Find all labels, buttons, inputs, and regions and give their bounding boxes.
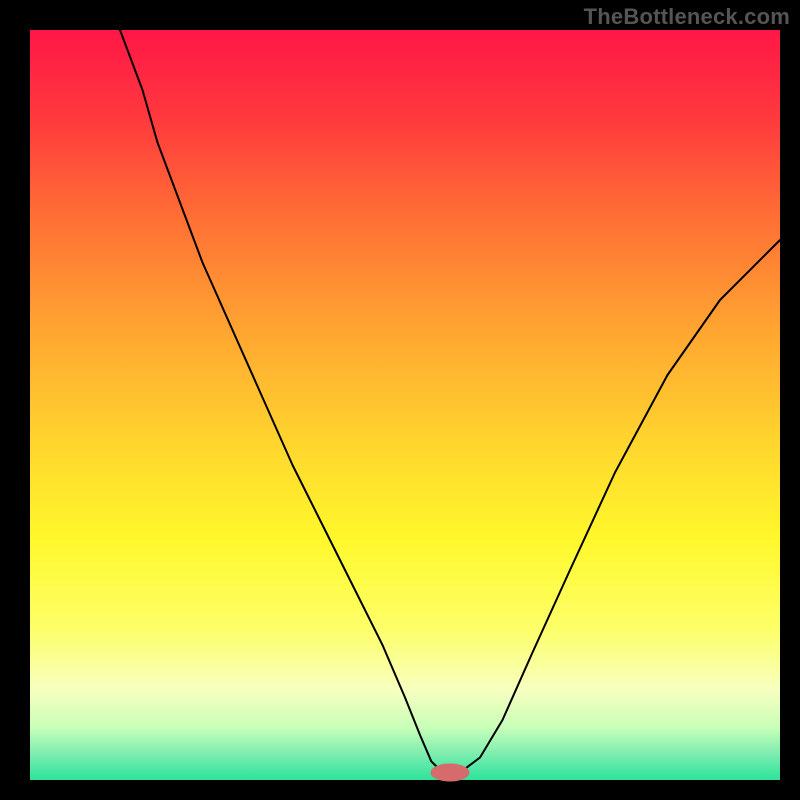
optimal-marker xyxy=(431,764,470,782)
chart-frame: TheBottleneck.com xyxy=(0,0,800,800)
bottleneck-chart xyxy=(0,0,800,800)
marker-layer xyxy=(431,764,470,782)
watermark-text: TheBottleneck.com xyxy=(584,4,790,30)
plot-background xyxy=(30,30,780,780)
